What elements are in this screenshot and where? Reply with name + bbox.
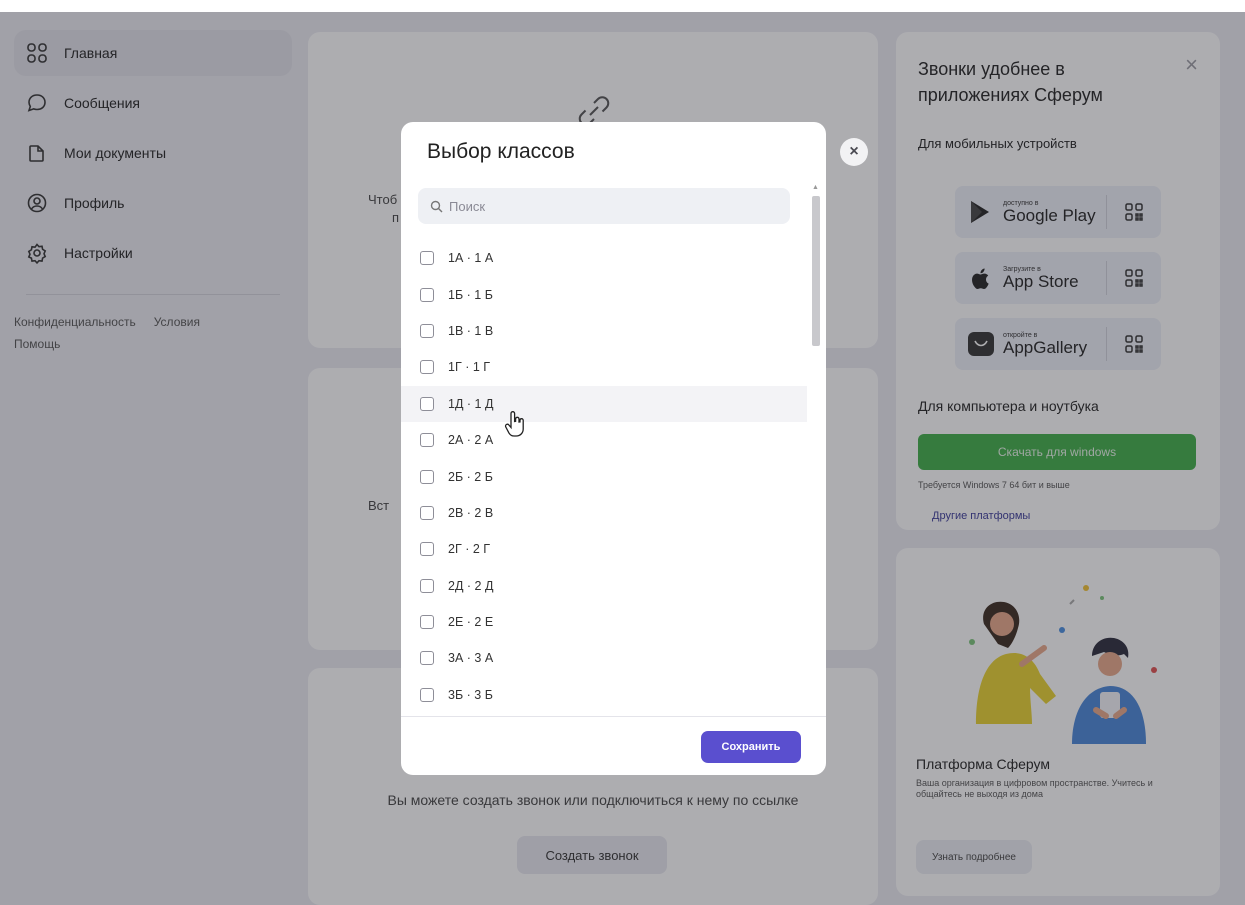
search-box[interactable]	[418, 188, 790, 224]
class-checkbox[interactable]	[420, 651, 434, 666]
class-checkbox[interactable]	[420, 251, 434, 266]
class-option[interactable]: 2В · 2 В	[401, 495, 807, 531]
class-option[interactable]: 2Г · 2 Г	[401, 531, 807, 567]
scrollbar[interactable]: ▲	[809, 184, 823, 717]
modal-title: Выбор классов	[427, 140, 575, 163]
search-icon	[430, 200, 443, 212]
class-option[interactable]: 1Б · 1 Б	[401, 276, 807, 312]
class-option[interactable]: 1В · 1 В	[401, 313, 807, 349]
class-label: 1В · 1 В	[448, 323, 494, 338]
class-checkbox[interactable]	[420, 687, 434, 702]
class-option[interactable]: 2Б · 2 Б	[401, 458, 807, 494]
class-checkbox[interactable]	[420, 469, 434, 484]
top-strip	[0, 0, 1245, 12]
class-checkbox[interactable]	[420, 287, 434, 302]
class-checkbox[interactable]	[420, 360, 434, 375]
class-label: 2А · 2 А	[448, 433, 494, 448]
class-checkbox[interactable]	[420, 433, 434, 448]
class-option[interactable]: 1А · 1 А	[401, 240, 807, 276]
class-checkbox[interactable]	[420, 323, 434, 338]
hand-cursor-icon	[504, 411, 524, 437]
class-option[interactable]: 1Д · 1 Д	[401, 385, 807, 422]
class-label: 2Б · 2 Б	[448, 469, 493, 484]
class-label: 2Д · 2 Д	[448, 578, 494, 593]
class-label: 1А · 1 А	[448, 251, 494, 266]
class-label: 2Е · 2 Е	[448, 615, 494, 630]
class-option[interactable]: 2Д · 2 Д	[401, 568, 807, 604]
modal-footer: Сохранить	[401, 716, 826, 775]
class-option[interactable]: 3А · 3 А	[401, 640, 807, 676]
search-input[interactable]	[449, 198, 769, 214]
class-list: 1А · 1 А 1Б · 1 Б 1В · 1 В 1Г · 1 Г 1Д · 1 Д…	[401, 240, 807, 713]
class-option[interactable]: 3Б · 3 Б	[401, 677, 807, 713]
scroll-up-arrow-icon[interactable]: ▲	[812, 184, 819, 191]
modal-close-button[interactable]: ×	[840, 138, 868, 166]
class-checkbox[interactable]	[420, 578, 434, 593]
class-checkbox[interactable]	[420, 615, 434, 630]
class-option[interactable]: 2А · 2 А	[401, 422, 807, 458]
scrollbar-thumb[interactable]	[812, 196, 820, 346]
class-option[interactable]: 2Е · 2 Е	[401, 604, 807, 640]
class-label: 2Г · 2 Г	[448, 542, 491, 557]
save-button[interactable]: Сохранить	[701, 731, 801, 763]
class-checkbox[interactable]	[420, 505, 434, 520]
class-label: 1Г · 1 Г	[448, 360, 491, 375]
class-checkbox[interactable]	[420, 396, 434, 411]
class-label: 3Б · 3 Б	[448, 687, 493, 702]
class-option[interactable]: 1Г · 1 Г	[401, 349, 807, 385]
class-label: 1Д · 1 Д	[448, 396, 494, 411]
class-label: 3А · 3 А	[448, 651, 494, 666]
class-label: 2В · 2 В	[448, 505, 494, 520]
class-selection-modal: Выбор классов 1А · 1 А 1Б · 1 Б 1В · 1 В 1Г…	[401, 122, 826, 775]
class-checkbox[interactable]	[420, 542, 434, 557]
class-label: 1Б · 1 Б	[448, 287, 493, 302]
